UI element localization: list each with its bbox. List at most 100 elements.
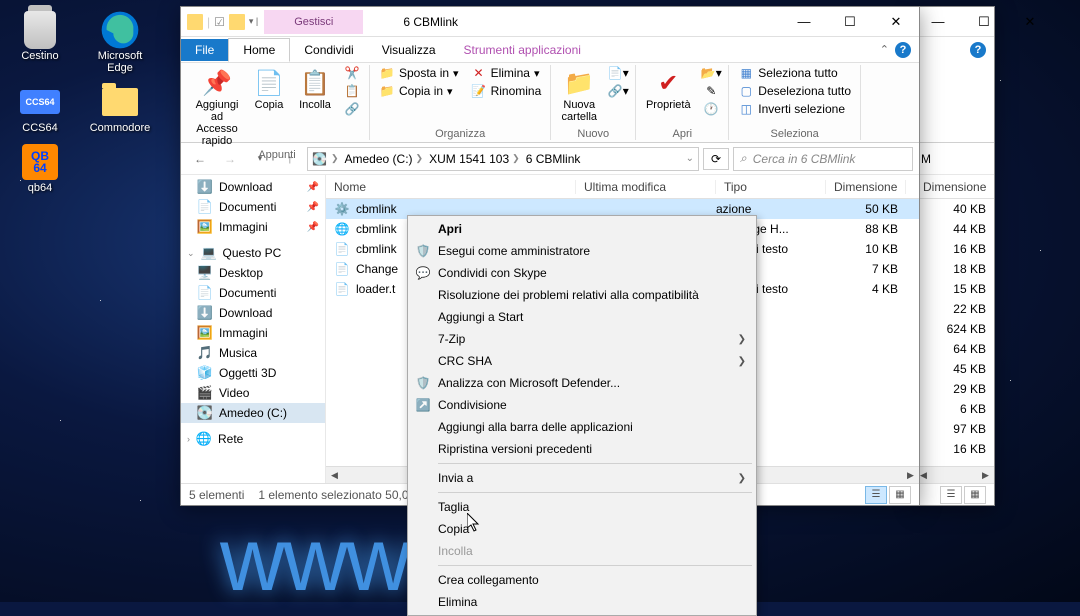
tab-home[interactable]: Home [228, 38, 290, 62]
qat-folder2-icon[interactable] [229, 14, 245, 30]
nav-documenti2[interactable]: 📄Documenti [181, 283, 325, 303]
scroll-right-icon[interactable]: ▶ [977, 467, 994, 484]
qat-folder-icon[interactable] [187, 14, 203, 30]
refresh-button[interactable]: ⟳ [703, 148, 729, 170]
view-details-button[interactable]: ☰ [865, 486, 887, 504]
collapse-ribbon-icon[interactable]: ⌃ [880, 43, 889, 56]
up-button[interactable]: ↑ [277, 146, 303, 172]
rename-button[interactable]: 📝Rinomina [468, 83, 545, 99]
qat-check-icon[interactable]: ☑ [214, 15, 225, 29]
copy-to-button[interactable]: 📁Copia in ▾ [376, 83, 462, 99]
context-menu-item[interactable]: Invia a❯ [410, 467, 754, 489]
minimize-button-back[interactable]: — [915, 7, 961, 37]
pin-quick-access-button[interactable]: 📌 Aggiungi ad Accesso rapido [191, 65, 243, 149]
nav-download2[interactable]: ⬇️Download [181, 303, 325, 323]
view-details-back[interactable]: ☰ [940, 486, 962, 504]
context-menu-item[interactable]: 💬Condividi con Skype [410, 262, 754, 284]
copy-button[interactable]: 📄 Copia [249, 65, 289, 113]
desktop-icon-ccs64[interactable]: CCS64 CCS64 [10, 82, 70, 134]
view-icons-back[interactable]: ▦ [964, 486, 986, 504]
search-input[interactable]: ⌕ Cerca in 6 CBMlink [733, 147, 913, 171]
addr-dropdown[interactable]: ⌄ [686, 153, 694, 164]
context-menu-item[interactable]: Copia [410, 518, 754, 540]
nav-rete[interactable]: ›🌐Rete [181, 429, 325, 449]
maximize-button-back[interactable]: ☐ [961, 7, 1007, 37]
desktop-icon-edge[interactable]: Microsoft Edge [90, 10, 150, 74]
invert-select-button[interactable]: ◫Inverti selezione [735, 101, 854, 117]
properties-button[interactable]: ✔ Proprietà [642, 65, 694, 113]
tab-file[interactable]: File [181, 39, 228, 61]
paste-button[interactable]: 📋 Incolla [295, 65, 335, 113]
scroll-left-icon[interactable]: ◀ [326, 467, 343, 484]
desktop-icon-commodore[interactable]: Commodore [90, 82, 150, 134]
nav-desktop[interactable]: 🖥️Desktop [181, 263, 325, 283]
desktop-icon-qb64[interactable]: QB64 qb64 [10, 142, 70, 194]
address-bar[interactable]: 💽 ❯ Amedeo (C:)❯ XUM 1541 103❯ 6 CBMlink… [307, 147, 699, 171]
crumb-1[interactable]: XUM 1541 103❯ [427, 152, 522, 166]
new-folder-button[interactable]: 📁 Nuova cartella [557, 65, 601, 125]
desktop-icon-bin[interactable]: Cestino [10, 10, 70, 74]
qat-dropdown[interactable]: ▾ | [249, 16, 258, 27]
context-menu-item[interactable]: Elimina [410, 591, 754, 613]
delete-button[interactable]: ✕Elimina ▾ [468, 65, 545, 81]
context-menu-item[interactable]: Aggiungi a Start [410, 306, 754, 328]
back-col-dimensione[interactable]: Dimensione [923, 180, 986, 194]
col-modified[interactable]: Ultima modifica [576, 180, 716, 194]
nav-amedeo[interactable]: 💽Amedeo (C:) [181, 403, 325, 423]
tab-strumenti[interactable]: Strumenti applicazioni [450, 39, 595, 61]
edit-icon[interactable]: ✎ [700, 83, 722, 99]
nav-this-pc[interactable]: ⌄💻Questo PC [181, 243, 325, 263]
context-menu-item[interactable]: Apri [410, 218, 754, 240]
nav-video[interactable]: 🎬Video [181, 383, 325, 403]
nav-oggetti3d[interactable]: 🧊Oggetti 3D [181, 363, 325, 383]
col-type[interactable]: Tipo [716, 180, 826, 194]
paste-shortcut-icon[interactable]: 🔗 [341, 101, 363, 117]
new-item-icon[interactable]: 📄▾ [607, 65, 629, 81]
context-menu-item[interactable]: 7-Zip❯ [410, 328, 754, 350]
context-menu-item[interactable]: Risoluzione dei problemi relativi alla c… [410, 284, 754, 306]
context-menu-item[interactable]: Crea collegamento [410, 569, 754, 591]
crumb-0[interactable]: Amedeo (C:)❯ [343, 152, 426, 166]
move-to-button[interactable]: 📁Sposta in ▾ [376, 65, 462, 81]
history-icon[interactable]: 🕐 [700, 101, 722, 117]
crumb-2[interactable]: 6 CBMlink [524, 152, 583, 166]
nav-documenti[interactable]: 📄Documenti📌 [181, 197, 325, 217]
pin-icon: 📌 [307, 222, 319, 233]
minimize-button[interactable]: — [781, 7, 827, 37]
context-menu-item[interactable]: 🛡️Analizza con Microsoft Defender... [410, 372, 754, 394]
explorer-window-back: — ☐ ✕ ? M Dimensione 40 KB44 KB16 KB18 K… [915, 6, 995, 506]
maximize-button[interactable]: ☐ [827, 7, 873, 37]
context-menu-item[interactable]: CRC SHA❯ [410, 350, 754, 372]
col-name[interactable]: Nome [326, 180, 576, 194]
column-headers[interactable]: Nome Ultima modifica Tipo Dimensione [326, 175, 919, 199]
help-icon[interactable]: ? [895, 42, 911, 58]
nav-download[interactable]: ⬇️Download📌 [181, 177, 325, 197]
recent-dropdown[interactable]: ▾ [247, 146, 273, 172]
cut-icon[interactable]: ✂️ [341, 65, 363, 81]
help-icon-back[interactable]: ? [970, 42, 986, 58]
tab-visualizza[interactable]: Visualizza [368, 39, 450, 61]
close-button-back[interactable]: ✕ [1007, 7, 1053, 37]
nav-immagini[interactable]: 🖼️Immagini📌 [181, 217, 325, 237]
context-menu-item[interactable]: Taglia [410, 496, 754, 518]
nav-immagini2[interactable]: 🖼️Immagini [181, 323, 325, 343]
back-size-cell: 6 KB [915, 399, 994, 419]
select-all-button[interactable]: ▦Seleziona tutto [735, 65, 854, 81]
view-icons-button[interactable]: ▦ [889, 486, 911, 504]
context-menu-item[interactable]: ↗️Condivisione [410, 394, 754, 416]
open-icon[interactable]: 📂▾ [700, 65, 722, 81]
nav-musica[interactable]: 🎵Musica [181, 343, 325, 363]
easy-access-icon[interactable]: 🔗▾ [607, 83, 629, 99]
forward-button[interactable]: → [217, 146, 243, 172]
scroll-right-icon[interactable]: ▶ [902, 467, 919, 484]
file-name: cbmlink [356, 242, 397, 256]
copy-path-icon[interactable]: 📋 [341, 83, 363, 99]
col-size[interactable]: Dimensione [826, 180, 906, 194]
deselect-button[interactable]: ▢Deseleziona tutto [735, 83, 854, 99]
context-menu-item[interactable]: Aggiungi alla barra delle applicazioni [410, 416, 754, 438]
tab-condividi[interactable]: Condividi [290, 39, 367, 61]
back-button[interactable]: ← [187, 146, 213, 172]
context-menu-item[interactable]: 🛡️Esegui come amministratore [410, 240, 754, 262]
close-button[interactable]: ✕ [873, 7, 919, 37]
context-menu-item[interactable]: Ripristina versioni precedenti [410, 438, 754, 460]
